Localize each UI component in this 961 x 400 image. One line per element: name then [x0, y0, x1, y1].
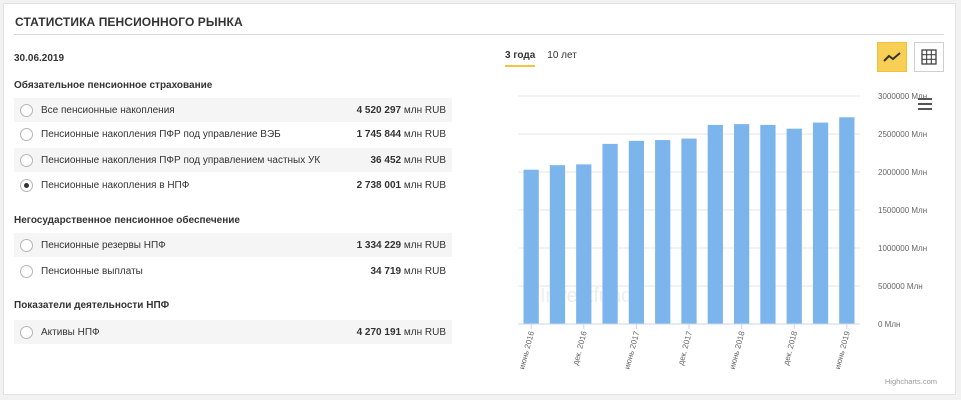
- row-value: 2 738 001 млн RUB: [356, 179, 446, 191]
- tab-10-years[interactable]: 10 лет: [547, 50, 577, 67]
- row-value: 1 745 844 млн RUB: [356, 128, 446, 140]
- y-tick-label: 0 Млн: [878, 320, 900, 329]
- line-chart-icon: [883, 52, 901, 62]
- row-value: 4 270 191 млн RUB: [356, 326, 446, 338]
- list-item[interactable]: Пенсионные накопления ПФР под управление…: [14, 122, 452, 146]
- list-item[interactable]: Пенсионные резервы НПФ 1 334 229 млн RUB: [14, 233, 452, 257]
- line-view-button[interactable]: [877, 42, 907, 72]
- bar: [812, 122, 829, 324]
- table-view-button[interactable]: [914, 42, 944, 72]
- x-tick-label: дек. 2016: [571, 330, 589, 367]
- period-tabs: 3 года 10 лет: [505, 50, 589, 67]
- radio-button[interactable]: [20, 264, 33, 278]
- bar: [628, 140, 645, 324]
- bar: [576, 164, 592, 324]
- radio-button[interactable]: [20, 127, 33, 141]
- report-date: 30.06.2019: [14, 53, 65, 64]
- bar: [602, 143, 618, 324]
- row-label: Пенсионные выплаты: [41, 265, 143, 277]
- tab-3-years[interactable]: 3 года: [505, 50, 536, 67]
- row-label: Все пенсионные накопления: [41, 104, 175, 116]
- group-title-non-state: Негосударственное пенсионное обеспечение: [14, 215, 240, 226]
- group-title-mandatory: Обязательное пенсионное страхование: [14, 80, 213, 91]
- x-tick-label: июнь 2017: [623, 330, 642, 371]
- bar: [549, 165, 566, 324]
- row-label: Активы НПФ: [41, 326, 100, 338]
- row-label: Пенсионные накопления ПФР под управление…: [41, 128, 281, 140]
- radio-button[interactable]: [20, 238, 33, 252]
- row-label: Пенсионные резервы НПФ: [41, 239, 166, 251]
- bar: [681, 138, 697, 324]
- list-item[interactable]: Все пенсионные накопления 4 520 297 млн …: [14, 98, 452, 122]
- hamburger-menu-icon[interactable]: [918, 98, 932, 110]
- bar: [733, 124, 750, 324]
- bar: [523, 169, 539, 324]
- row-label: Пенсионные накопления в НПФ: [41, 179, 190, 191]
- y-tick-label: 2500000 Млн: [878, 130, 927, 139]
- x-tick-label: дек. 2018: [781, 330, 799, 367]
- y-tick-label: 1000000 Млн: [878, 244, 927, 253]
- row-label: Пенсионные накопления ПФР под управление…: [41, 154, 321, 166]
- radio-button-selected[interactable]: [20, 178, 33, 192]
- bar: [839, 117, 855, 324]
- page-title: СТАТИСТИКА ПЕНСИОННОГО РЫНКА: [15, 15, 243, 29]
- group-title-npf-performance: Показатели деятельности НПФ: [14, 300, 170, 311]
- title-divider: [14, 34, 944, 35]
- list-item[interactable]: Пенсионные накопления ПФР под управление…: [14, 148, 452, 172]
- x-tick-label: июнь 2019: [833, 330, 852, 371]
- bar: [786, 128, 802, 324]
- bar: [655, 140, 671, 324]
- radio-button[interactable]: [20, 325, 33, 339]
- table-grid-icon: [921, 49, 937, 65]
- bar: [707, 124, 723, 324]
- row-value: 34 719 млн RUB: [370, 265, 447, 277]
- y-tick-label: 1500000 Млн: [878, 206, 927, 215]
- list-item[interactable]: Пенсионные выплаты 34 719 млн RUB: [14, 259, 452, 283]
- bar: [760, 124, 776, 324]
- row-value: 4 520 297 млн RUB: [356, 104, 446, 116]
- list-item[interactable]: Пенсионные накопления в НПФ 2 738 001 мл…: [14, 173, 452, 197]
- x-tick-label: дек. 2017: [676, 330, 694, 367]
- row-value: 1 334 229 млн RUB: [356, 239, 446, 251]
- chart-credits: Highcharts.com: [885, 377, 937, 386]
- list-item[interactable]: Активы НПФ 4 270 191 млн RUB: [14, 320, 452, 344]
- pension-savings-bar-chart: 0 Млн 500000 Млн 1000000 Млн 1500000 Млн 200…: [517, 92, 937, 386]
- row-value: 36 452 млн RUB: [370, 154, 447, 166]
- x-tick-label: июнь 2016: [517, 330, 536, 371]
- radio-button[interactable]: [20, 153, 33, 167]
- x-tick-label: июнь 2018: [728, 330, 747, 371]
- y-tick-label: 500000 Млн: [878, 282, 923, 291]
- radio-button[interactable]: [20, 103, 33, 117]
- y-tick-label: 2000000 Млн: [878, 168, 927, 177]
